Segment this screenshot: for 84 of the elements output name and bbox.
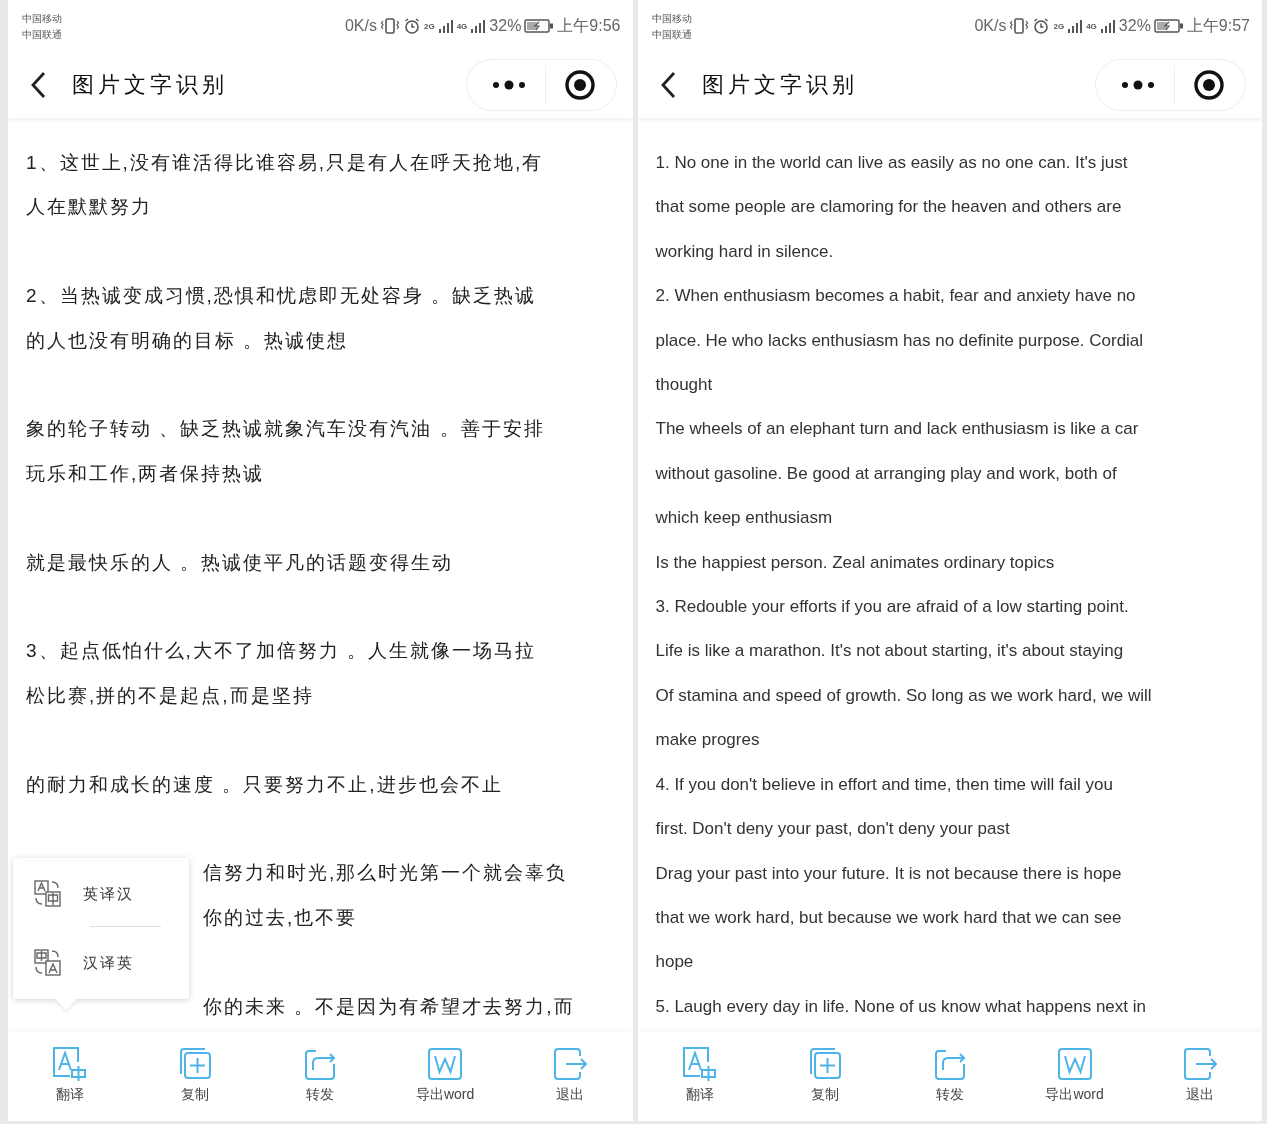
toolbar-button[interactable]: 导出word — [395, 1045, 496, 1104]
text-line: working hard in silence. — [655, 240, 835, 263]
copy-icon — [177, 1045, 214, 1082]
carrier-name: 中国移动 — [651, 11, 692, 25]
text-line: 的人也没有明确的目标 。热诚使想 — [26, 328, 350, 353]
text-line: that some people are clamoring for the heaven and others are — [655, 196, 1123, 219]
text-line: make progres — [655, 729, 761, 752]
text-line: 2、当热诚变成习惯,恐惧和忧虑即无处容身 。缺乏热诚 — [26, 284, 538, 309]
network-speed: 0K/s — [344, 17, 377, 35]
vibrate-icon — [380, 17, 400, 35]
text-line: Of stamina and speed of growth. So long as we work hard, we will — [655, 684, 1153, 707]
network-type: 4G — [456, 21, 468, 31]
battery-percent: 32% — [1118, 17, 1151, 35]
menu-item[interactable]: 汉译英 — [13, 933, 189, 993]
text-line: 信努力和时光,那么时光第一个就会辜负 — [203, 861, 569, 886]
menu-item[interactable]: 英译汉 — [13, 864, 189, 924]
text-line: 你的未来 。不是因为有希望才去努力,而 — [203, 994, 576, 1019]
translate-icon — [33, 948, 63, 978]
network-type: 2G — [424, 21, 435, 31]
text-line: 松比赛,拼的不是起点,而是坚持 — [26, 683, 315, 708]
text-line: 4. If you don't believe in effort and time, then time will fail you — [655, 773, 1114, 796]
text-line: The wheels of an elephant turn and lack enthusiasm is like a car — [655, 418, 1140, 441]
translate-icon — [681, 1045, 718, 1082]
text-line: 1、这世上,没有谁活得比谁容易,只是有人在呼天抢地,有 — [26, 151, 545, 175]
toolbar-button[interactable]: 复制 — [774, 1045, 875, 1104]
text-line: first. Don't deny your past, don't deny your past — [655, 818, 1011, 841]
text-line: 3、起点低怕什么,大不了加倍努力 。人生就像一场马拉 — [26, 639, 538, 664]
text-line: 你的过去,也不要 — [203, 905, 359, 930]
text-line: 玩乐和工作,两者保持热诚 — [26, 461, 266, 486]
text-line: that we work hard, but because we work hard that we can see — [655, 906, 1123, 929]
signal-icon — [437, 18, 454, 34]
toolbar-button[interactable]: 转发 — [270, 1045, 371, 1104]
page-title: 图片文字识别 — [701, 71, 859, 99]
battery-percent: 32% — [489, 17, 522, 35]
exit-icon — [1181, 1045, 1218, 1082]
carrier-name: 中国联通 — [22, 27, 62, 41]
more-icon[interactable] — [1120, 79, 1156, 91]
text-line: 人在默默努力 — [26, 195, 153, 220]
text-line: 5. Laugh every day in life. None of us know what happens next in — [655, 995, 1147, 1018]
battery-icon — [524, 18, 555, 34]
battery-icon — [1153, 18, 1184, 34]
toolbar-button[interactable]: 导出word — [1024, 1045, 1125, 1104]
carrier-name: 中国移动 — [22, 11, 62, 25]
toolbar-button[interactable]: 退出 — [520, 1045, 620, 1104]
text-line: thought — [655, 374, 714, 397]
network-type: 2G — [1053, 21, 1065, 31]
text-line: 2. When enthusiasm becomes a habit, fear and anxiety have no — [655, 285, 1137, 308]
network-speed: 0K/s — [974, 17, 1007, 35]
clock-time: 上午9:57 — [1186, 15, 1250, 36]
text-line: Drag your past into your future. It is not because there is hope — [655, 862, 1123, 885]
alarm-icon — [1032, 17, 1051, 35]
text-line: place. He who lacks enthusiasm has no definite purpose. Cordial — [655, 329, 1145, 352]
more-icon[interactable] — [490, 79, 527, 91]
vibrate-icon — [1009, 17, 1030, 35]
toolbar-button[interactable]: 翻译 — [20, 1045, 121, 1104]
text-line: without gasoline. Be good at arranging play and work, both of — [655, 462, 1118, 485]
text-line: which keep enthusiasm — [655, 507, 834, 530]
signal-icon — [1099, 18, 1116, 34]
text-line: 就是最快乐的人 。热诚使平凡的话题变得生动 — [26, 550, 455, 575]
word-document-icon — [1056, 1045, 1093, 1082]
text-line: hope — [655, 951, 695, 974]
page-title: 图片文字识别 — [72, 71, 229, 99]
translate-icon — [52, 1045, 89, 1082]
toolbar-button[interactable]: 复制 — [145, 1045, 246, 1104]
text-line: 的耐力和成长的速度 。只要努力不止,进步也会不止 — [26, 772, 504, 797]
text-line: 3. Redouble your efforts if you are afraid of a low starting point. — [655, 596, 1130, 619]
text-line: Is the happiest person. Zeal animates ordinary topics — [655, 551, 1056, 574]
text-line: 1. No one in the world can live as easily as no one can. It's just — [655, 152, 1129, 174]
network-type: 4G — [1086, 21, 1097, 31]
toolbar-button[interactable]: 翻译 — [649, 1045, 750, 1104]
close-icon[interactable] — [1193, 69, 1225, 101]
carrier-name: 中国联通 — [651, 27, 692, 41]
toolbar-button[interactable]: 退出 — [1149, 1045, 1250, 1104]
text-line: 象的轮子转动 、缺乏热诚就象汽车没有汽油 。善于安排 — [26, 417, 546, 442]
exit-icon — [552, 1045, 588, 1082]
toolbar-button[interactable]: 转发 — [899, 1045, 1000, 1104]
close-icon[interactable] — [563, 69, 596, 101]
clock-time: 上午9:56 — [557, 15, 621, 36]
signal-icon — [1067, 18, 1084, 34]
translate-icon — [33, 879, 63, 909]
word-document-icon — [427, 1045, 464, 1082]
signal-icon — [470, 18, 487, 34]
text-line: Life is like a marathon. It's not about starting, it's about staying — [655, 640, 1125, 663]
alarm-icon — [403, 17, 421, 35]
